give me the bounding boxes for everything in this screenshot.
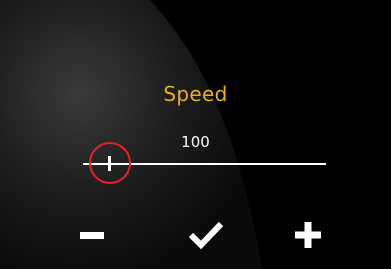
- minus-icon: [80, 232, 104, 239]
- speed-slider-track[interactable]: [83, 163, 326, 165]
- checkmark-icon: [188, 221, 224, 250]
- setting-title: Speed: [163, 82, 228, 106]
- decrease-button[interactable]: [70, 213, 114, 257]
- plus-icon: [295, 222, 321, 248]
- speed-slider-thumb[interactable]: [108, 156, 112, 171]
- increase-button[interactable]: [286, 213, 330, 257]
- speed-value: 100: [181, 133, 210, 151]
- confirm-button[interactable]: [184, 213, 228, 257]
- speed-setting-screen: Speed 100: [0, 0, 391, 269]
